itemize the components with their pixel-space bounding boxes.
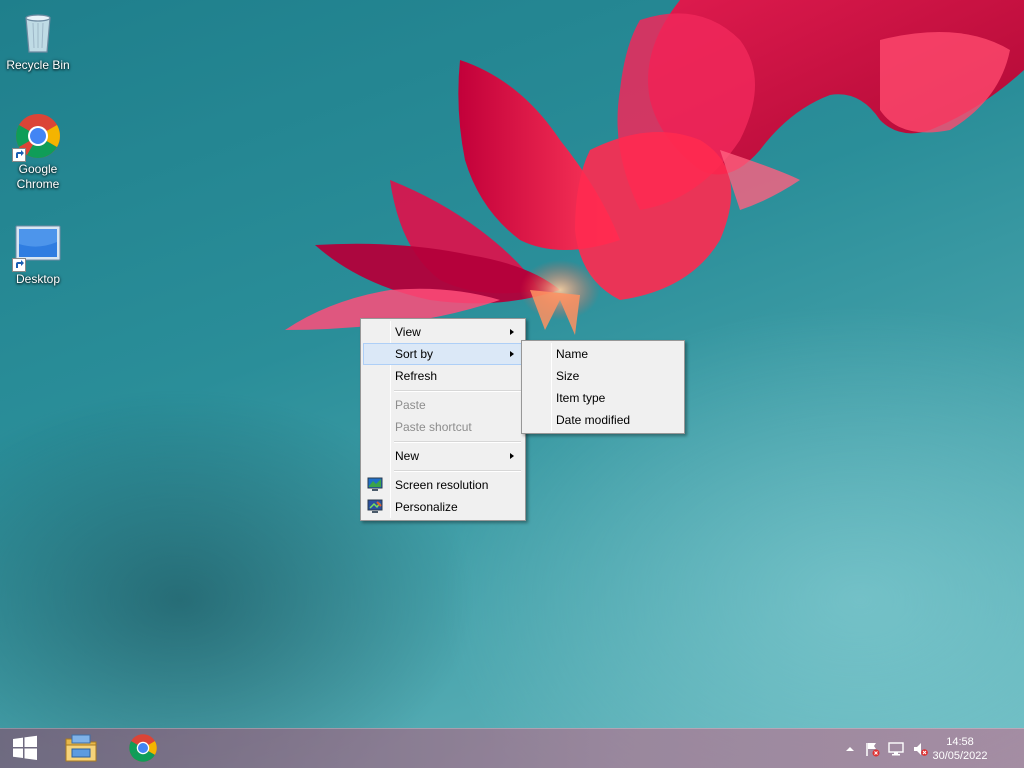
sort-by-submenu: Name Size Item type Date modified [521, 340, 685, 434]
desktop-icon-label: Google Chrome [16, 162, 60, 191]
personalize-icon [367, 499, 383, 515]
menu-item-personalize[interactable]: Personalize [363, 496, 523, 518]
submenu-arrow-icon [510, 351, 514, 357]
menu-item-label: Sort by [395, 347, 434, 361]
desktop-icon-recycle-bin[interactable]: Recycle Bin [0, 8, 76, 73]
network-icon[interactable] [888, 741, 904, 757]
menu-item-label: Personalize [395, 500, 458, 514]
clock-date: 30/05/2022 [932, 750, 988, 762]
desktop-icon-google-chrome[interactable]: Google Chrome [0, 112, 76, 192]
menu-item-label: Screen resolution [395, 478, 489, 492]
menu-separator [363, 467, 523, 474]
menu-item-view[interactable]: View [363, 321, 523, 343]
clock-time: 14:58 [946, 736, 974, 748]
file-explorer-icon [64, 733, 98, 766]
taskbar-chrome[interactable] [118, 729, 168, 768]
chrome-icon [12, 112, 62, 162]
desktop-icon-label: Recycle Bin [6, 58, 70, 72]
menu-item-refresh[interactable]: Refresh [363, 365, 523, 387]
menu-separator [363, 438, 523, 445]
menu-item-screen-resolution[interactable]: Screen resolution [363, 474, 523, 496]
submenu-item-size[interactable]: Size [524, 365, 682, 387]
volume-muted-icon[interactable] [912, 741, 928, 757]
menu-item-sort-by[interactable]: Sort by [363, 343, 523, 365]
taskbar: 14:58 30/05/2022 [0, 728, 1024, 768]
menu-item-label: Refresh [395, 369, 438, 383]
shortcut-arrow-icon [12, 148, 26, 162]
submenu-item-name[interactable]: Name [524, 343, 682, 365]
menu-item-label: Paste [395, 398, 426, 412]
menu-item-new[interactable]: New [363, 445, 523, 467]
menu-item-label: New [395, 449, 420, 463]
show-hidden-icons-chevron-icon[interactable] [842, 741, 858, 757]
screen-resolution-icon [367, 477, 383, 493]
menu-item-label: Item type [556, 391, 606, 405]
desktop-icon-desktop[interactable]: Desktop [0, 222, 76, 287]
submenu-arrow-icon [510, 329, 514, 335]
submenu-arrow-icon [510, 453, 514, 459]
menu-item-paste: Paste [363, 394, 523, 416]
start-button[interactable] [0, 729, 50, 768]
menu-item-label: View [395, 325, 421, 339]
windows-logo-icon [12, 735, 38, 764]
submenu-item-date-modified[interactable]: Date modified [524, 409, 682, 431]
menu-item-label: Paste shortcut [395, 420, 472, 434]
recycle-bin-icon [14, 8, 62, 56]
menu-item-label: Name [556, 347, 589, 361]
desktop-icon-label: Desktop [15, 272, 61, 286]
submenu-item-item-type[interactable]: Item type [524, 387, 682, 409]
menu-item-paste-shortcut: Paste shortcut [363, 416, 523, 438]
taskbar-file-explorer[interactable] [56, 729, 106, 768]
menu-separator [363, 387, 523, 394]
desktop-folder-icon [12, 222, 62, 272]
chrome-icon [128, 733, 158, 766]
menu-item-label: Date modified [556, 413, 631, 427]
shortcut-arrow-icon [12, 258, 26, 272]
action-center-flag-icon[interactable] [864, 741, 880, 757]
desktop-context-menu: View Sort by Refresh Paste Paste shortcu… [360, 318, 526, 521]
menu-item-label: Size [556, 369, 580, 383]
system-clock[interactable]: 14:58 30/05/2022 [930, 735, 990, 763]
